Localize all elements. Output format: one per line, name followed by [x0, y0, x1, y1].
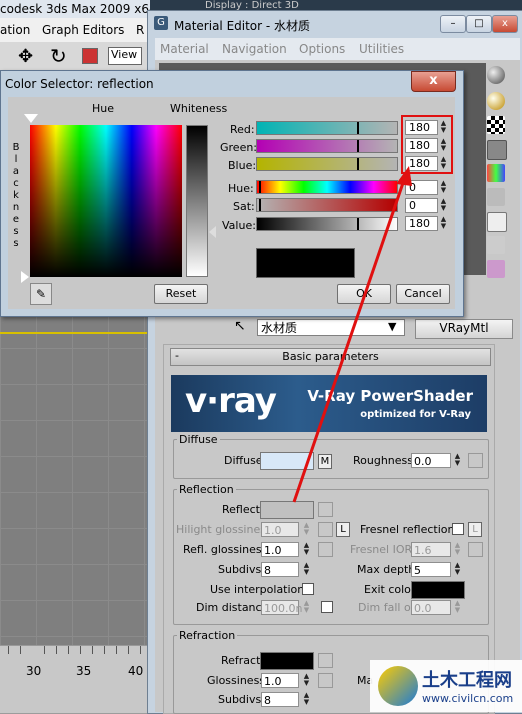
- watermark-title: 土木工程网: [422, 670, 512, 691]
- annotation-arrow: [292, 166, 412, 503]
- watermark-logo-icon: [378, 666, 418, 706]
- watermark-url: www.civilcn.com: [422, 692, 514, 705]
- watermark: 土木工程网 www.civilcn.com: [370, 660, 522, 712]
